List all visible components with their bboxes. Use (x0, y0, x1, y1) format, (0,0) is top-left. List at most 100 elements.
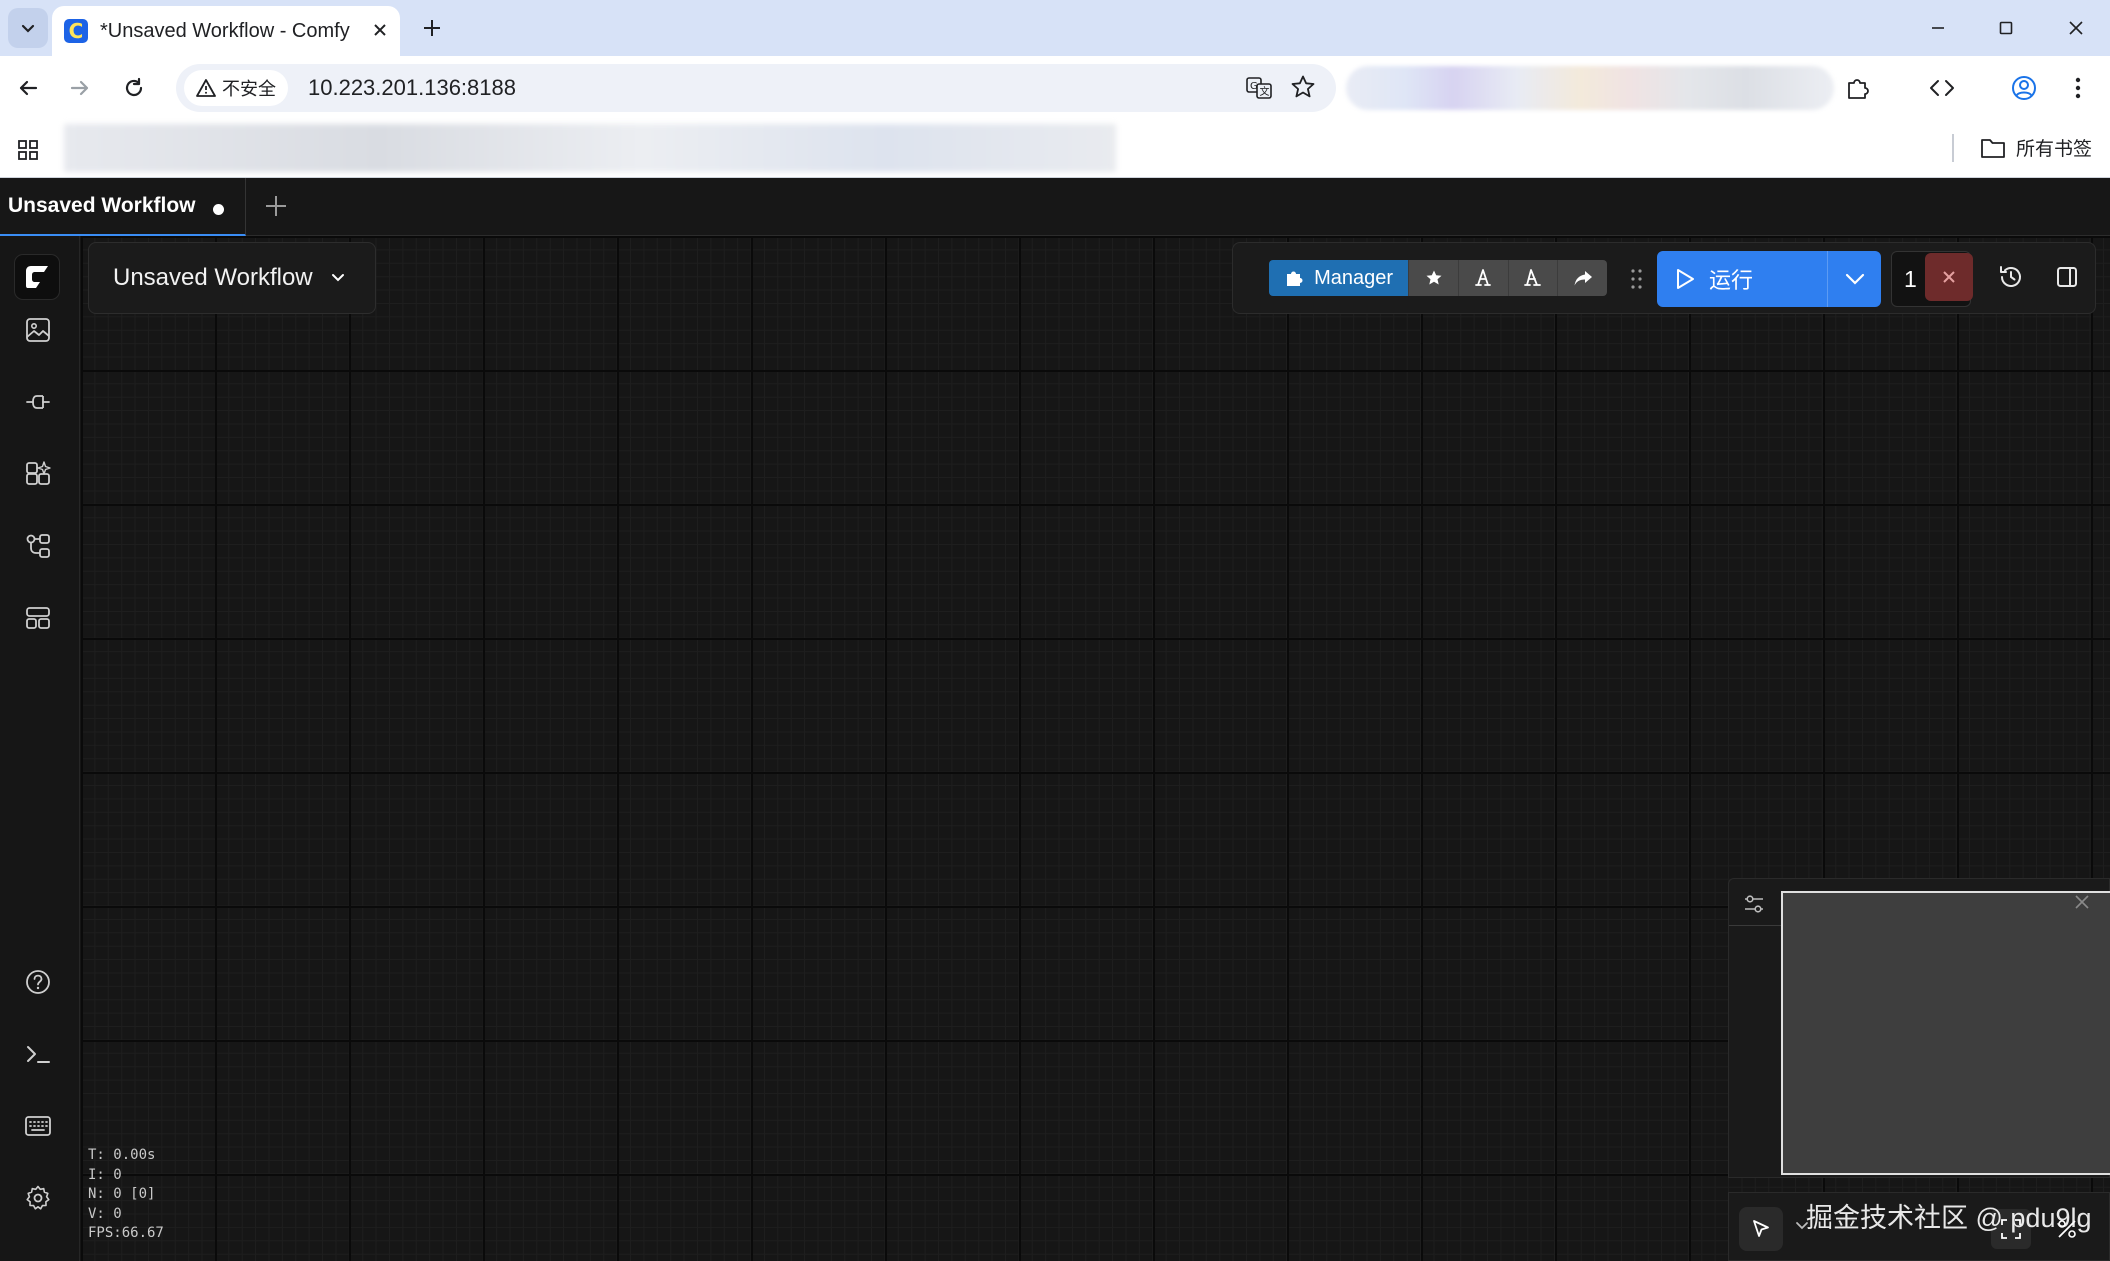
chevron-down-icon (1845, 273, 1864, 285)
browser-tab[interactable]: C *Unsaved Workflow - ComfyUI (52, 6, 400, 56)
workflows-icon[interactable] (16, 524, 60, 568)
browser-menu-button[interactable] (2054, 64, 2102, 112)
share-model-icon (1475, 269, 1492, 286)
bookmarks-list (64, 124, 1116, 172)
svg-text:文: 文 (1260, 85, 1270, 98)
workflow-title: Unsaved Workflow (113, 264, 313, 291)
pointer-icon (1753, 1220, 1769, 1237)
render-stats: T: 0.00s I: 0 N: 0 [0] V: 0 FPS:66.67 (88, 1146, 164, 1244)
more-vertical-icon (2075, 77, 2081, 99)
translate-icon[interactable]: G文 (1246, 76, 1272, 105)
arrow-right-icon (70, 80, 89, 96)
url-text[interactable]: 10.223.201.136:8188 (308, 75, 516, 101)
bookmarks-bar: 所有书签 (0, 120, 2110, 178)
apps-grid-icon (18, 140, 38, 160)
folder-icon (1981, 138, 2005, 158)
model-library-icon[interactable] (16, 380, 60, 424)
minimap-settings-icon[interactable] (1739, 889, 1769, 919)
share-arrow-icon (1574, 271, 1592, 286)
bookmark-star-icon[interactable] (1290, 74, 1316, 105)
devtools-button[interactable] (1918, 64, 1966, 112)
share-button[interactable] (1557, 260, 1607, 296)
minimize-window-button[interactable] (1908, 8, 1968, 48)
model-share-button[interactable] (1457, 260, 1508, 296)
back-button[interactable] (4, 64, 52, 112)
node-library-icon[interactable] (16, 452, 60, 496)
reload-icon (125, 77, 143, 97)
tab-search-button[interactable] (8, 8, 48, 48)
puzzle-icon (1848, 79, 1869, 99)
manager-button-group: Manager (1269, 260, 1607, 296)
profile-icon (2012, 76, 2036, 100)
minimap-panel[interactable] (1728, 878, 2110, 1178)
profile-button[interactable] (2000, 64, 2048, 112)
chevron-down-icon (21, 24, 35, 33)
warning-icon (196, 79, 216, 97)
comfyui-app: Unsaved Workflow Unsaved Workflow Manage… (0, 178, 2110, 1261)
address-bar[interactable]: 不安全 10.223.201.136:8188 G文 (176, 64, 1336, 112)
puzzle-icon (1287, 271, 1303, 286)
close-tab-icon[interactable] (372, 18, 388, 44)
queue-history-button[interactable] (1989, 255, 2033, 299)
minimap-viewport[interactable] (1781, 891, 2110, 1175)
workflow-tab-label: Unsaved Workflow (8, 194, 196, 217)
all-bookmarks-folder[interactable]: 所有书签 (1980, 134, 2092, 161)
extensions-button[interactable] (1834, 64, 1882, 112)
run-mode-dropdown[interactable] (1827, 251, 1881, 307)
select-tool-button[interactable] (1739, 1207, 1783, 1251)
history-icon (2000, 266, 2021, 287)
chevron-down-icon (331, 274, 344, 282)
play-icon (1677, 269, 1694, 289)
stat-fps: FPS:66.67 (88, 1225, 164, 1242)
all-bookmarks-label: 所有书签 (2016, 139, 2093, 160)
stat-v: V: 0 (88, 1205, 122, 1222)
workflow-title-dropdown[interactable]: Unsaved Workflow (88, 242, 376, 314)
sidebar (0, 236, 80, 1261)
comfyui-logo-icon[interactable] (14, 254, 60, 300)
action-bar: Manager 运行 1 (1232, 242, 2096, 314)
minimap-close-icon[interactable] (2069, 889, 2095, 915)
unsaved-indicator-icon (213, 203, 225, 215)
terminal-icon[interactable] (16, 1032, 60, 1076)
favorites-button[interactable] (1408, 260, 1458, 296)
stat-nodes: N: 0 [0] (88, 1186, 156, 1203)
browser-tab-title: *Unsaved Workflow - ComfyUI (100, 19, 350, 42)
close-window-button[interactable] (2046, 8, 2106, 48)
toggle-panel-button[interactable] (2045, 255, 2089, 299)
settings-icon[interactable] (16, 1176, 60, 1220)
browser-tab-strip: C *Unsaved Workflow - ComfyUI (0, 0, 2110, 56)
cancel-run-button[interactable] (1925, 253, 1973, 301)
manager-button[interactable]: Manager (1269, 260, 1409, 296)
forward-button[interactable] (56, 64, 104, 112)
maximize-window-button[interactable] (1976, 8, 2036, 48)
close-icon (1943, 271, 1955, 283)
image-gallery-icon[interactable] (16, 308, 60, 352)
star-icon (1426, 270, 1442, 285)
close-icon (2069, 21, 2083, 35)
minimize-icon (1932, 27, 1944, 29)
workflow-tab[interactable]: Unsaved Workflow (0, 178, 246, 236)
apps-button[interactable] (8, 130, 48, 170)
run-button[interactable]: 运行 (1657, 251, 1827, 307)
templates-icon[interactable] (16, 596, 60, 640)
reload-button[interactable] (110, 64, 158, 112)
browser-toolbar: 不安全 10.223.201.136:8188 G文 (0, 56, 2110, 120)
stat-time: T: 0.00s (88, 1147, 156, 1163)
keyboard-icon[interactable] (16, 1104, 60, 1148)
watermark-text: 掘金技术社区 @ pdu9lg (1806, 1203, 2092, 1233)
new-tab-button[interactable] (414, 10, 450, 46)
new-workflow-button[interactable] (258, 188, 294, 224)
help-icon[interactable] (16, 960, 60, 1004)
drag-handle-icon[interactable] (1629, 267, 1645, 291)
extensions-area (1346, 66, 1834, 110)
side-panel-icon (2057, 267, 2077, 287)
model-browse-button[interactable] (1507, 260, 1558, 296)
workflow-tab-bar: Unsaved Workflow (0, 178, 2110, 236)
stat-i: I: 0 (88, 1166, 122, 1183)
code-icon (1930, 80, 1954, 96)
security-label: 不安全 (222, 79, 276, 99)
plus-icon (424, 20, 440, 36)
security-indicator[interactable]: 不安全 (184, 70, 288, 106)
batch-count-value[interactable]: 1 (1904, 266, 1917, 293)
manager-label: Manager (1314, 266, 1394, 289)
